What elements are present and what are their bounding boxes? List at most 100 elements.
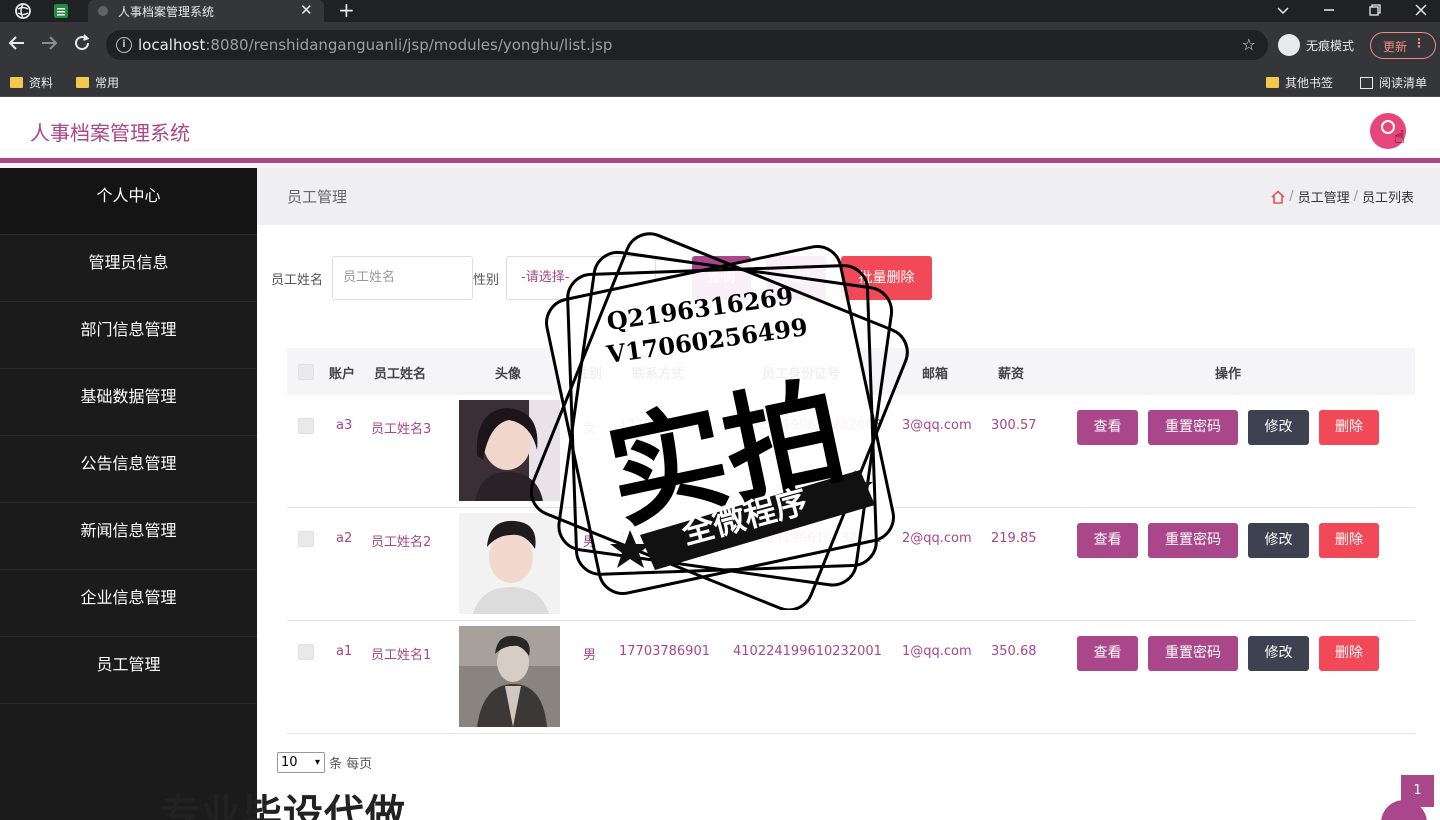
- query-button[interactable]: 查询: [692, 256, 751, 300]
- row-checkbox[interactable]: [298, 418, 314, 434]
- col-name: 员工姓名: [374, 367, 427, 382]
- bookmark-star-icon[interactable]: ☆: [1242, 35, 1256, 54]
- cell-name: 员工姓名1: [371, 648, 432, 663]
- folder-icon: [76, 77, 89, 88]
- sidebar-item-personal-center[interactable]: 个人中心: [0, 168, 257, 235]
- gender-search-label: 性别: [473, 273, 500, 288]
- cell-account: a1: [336, 644, 353, 659]
- new-tab-icon[interactable]: +: [338, 0, 355, 22]
- view-button[interactable]: 查看: [1077, 410, 1138, 445]
- incognito-label: 无痕模式: [1306, 39, 1355, 53]
- update-button[interactable]: 更新 ⋮: [1370, 32, 1436, 59]
- chevron-down-icon: ▾: [314, 757, 320, 768]
- cell-phone: 17703786903: [619, 418, 710, 433]
- breadcrumb-current: 员工列表: [1361, 191, 1414, 206]
- delete-button[interactable]: 删除: [1319, 523, 1379, 558]
- cell-phone: 17703786901: [619, 644, 710, 659]
- tab-close-icon[interactable]: ✕: [300, 1, 313, 19]
- sidebar-item-department[interactable]: 部门信息管理: [0, 302, 257, 369]
- edit-button[interactable]: 修改: [1248, 410, 1309, 445]
- cell-email: 3@qq.com: [902, 418, 972, 433]
- url-text: localhost:8080/renshidanganguanli/jsp/mo…: [138, 36, 613, 54]
- tab-search-chevron-icon[interactable]: [1276, 3, 1290, 17]
- hand-cursor-icon: ☝: [1394, 127, 1405, 148]
- restore-icon[interactable]: [1368, 3, 1382, 17]
- sidebar-item-news[interactable]: 新闻信息管理: [0, 503, 257, 570]
- bookmark-folder-0[interactable]: 资料: [10, 74, 53, 91]
- incognito-icon[interactable]: [1278, 34, 1300, 56]
- folder-icon: [1266, 77, 1279, 88]
- page-size-select[interactable]: 10 ▾: [277, 752, 325, 773]
- sidebar-item-admin-info[interactable]: 管理员信息: [0, 235, 257, 302]
- select-all-checkbox[interactable]: [298, 364, 314, 380]
- table-row: a3 员工姓名3 女 17703786903 41022419961023200…: [287, 395, 1415, 508]
- name-search-input[interactable]: 员工姓名: [332, 256, 473, 300]
- spreadsheet-favicon-icon[interactable]: [52, 2, 70, 20]
- main-content: 员工姓名 员工姓名 性别 -请选择- 查询 添加 批量删除 账户 员工姓名 头像…: [257, 225, 1440, 820]
- row-checkbox[interactable]: [298, 531, 314, 547]
- edit-button[interactable]: 修改: [1248, 523, 1309, 558]
- reset-password-button[interactable]: 重置密码: [1148, 636, 1238, 671]
- employee-photo: [459, 513, 560, 614]
- table-row: a2 员工姓名2 男 17703786902 41022419961023200…: [287, 508, 1415, 621]
- address-bar[interactable]: i localhost:8080/renshidanganguanli/jsp/…: [106, 30, 1268, 60]
- pagination: 10 ▾ 条 每页: [277, 752, 372, 773]
- cell-account: a2: [336, 531, 353, 546]
- forward-arrow-icon[interactable]: [40, 34, 58, 52]
- col-salary: 薪资: [998, 367, 1025, 382]
- sidebar-item-base-data[interactable]: 基础数据管理: [0, 369, 257, 436]
- view-button[interactable]: 查看: [1077, 523, 1138, 558]
- col-email: 邮箱: [922, 367, 949, 382]
- batch-delete-button[interactable]: 批量删除: [841, 256, 932, 300]
- page-title: 员工管理: [287, 188, 348, 206]
- breadcrumb-item[interactable]: 员工管理: [1298, 187, 1350, 206]
- col-phone: 联系方式: [632, 367, 685, 382]
- cell-name: 员工姓名3: [371, 422, 432, 437]
- gender-select[interactable]: -请选择-: [506, 256, 656, 300]
- reading-list-icon: [1360, 76, 1373, 89]
- bookmarks-bar: 资料 常用 其他书签 阅读清单: [0, 68, 1440, 97]
- sidebar-item-employee[interactable]: 员工管理: [0, 637, 257, 704]
- reading-list[interactable]: 阅读清单: [1360, 74, 1427, 91]
- delete-button[interactable]: 删除: [1319, 636, 1379, 671]
- cell-id-card: 410224199610232001: [733, 644, 882, 659]
- other-bookmarks[interactable]: 其他书签: [1266, 74, 1333, 91]
- minimize-icon[interactable]: [1322, 3, 1336, 17]
- site-info-icon[interactable]: i: [116, 37, 132, 53]
- reset-password-button[interactable]: 重置密码: [1148, 523, 1238, 558]
- cell-email: 1@qq.com: [902, 644, 972, 659]
- col-gender: 性别: [576, 367, 603, 382]
- user-avatar[interactable]: ☝: [1370, 113, 1406, 149]
- reload-icon[interactable]: [73, 34, 91, 52]
- row-checkbox[interactable]: [298, 644, 314, 660]
- breadcrumb: / 员工管理 / 员工列表: [1271, 187, 1414, 206]
- col-avatar: 头像: [495, 367, 522, 382]
- cell-id-card: 410224199610232002: [733, 531, 882, 546]
- cell-id-card: 410224199610232003: [733, 418, 882, 433]
- cell-gender: 男: [583, 535, 597, 550]
- view-button[interactable]: 查看: [1077, 636, 1138, 671]
- employee-photo: [459, 400, 560, 501]
- more-menu-icon[interactable]: ⋮: [1413, 36, 1425, 50]
- cell-salary: 300.57: [991, 418, 1037, 433]
- employee-photo: [459, 626, 560, 727]
- overlay-caption: 专业毕设代做: [160, 792, 406, 820]
- home-icon[interactable]: [1271, 189, 1285, 204]
- reset-password-button[interactable]: 重置密码: [1148, 410, 1238, 445]
- bookmark-folder-1[interactable]: 常用: [76, 74, 119, 91]
- edit-button[interactable]: 修改: [1248, 636, 1309, 671]
- globe-icon[interactable]: [14, 2, 32, 20]
- cell-salary: 219.85: [991, 531, 1037, 546]
- page-size-suffix: 条 每页: [329, 757, 373, 772]
- app-title: 人事档案管理系统: [30, 121, 190, 145]
- back-arrow-icon[interactable]: [8, 34, 26, 52]
- add-button[interactable]: 添加: [766, 256, 826, 300]
- user-icon: [1381, 120, 1395, 134]
- window-close-icon[interactable]: [1414, 3, 1428, 17]
- app-header: 人事档案管理系统 ☝: [0, 97, 1440, 163]
- sidebar-item-enterprise[interactable]: 企业信息管理: [0, 570, 257, 637]
- delete-button[interactable]: 删除: [1319, 410, 1379, 445]
- breadcrumb-bar: 员工管理 / 员工管理 / 员工列表: [257, 168, 1440, 225]
- browser-toolbar: i localhost:8080/renshidanganguanli/jsp/…: [0, 22, 1440, 68]
- sidebar-item-notice[interactable]: 公告信息管理: [0, 436, 257, 503]
